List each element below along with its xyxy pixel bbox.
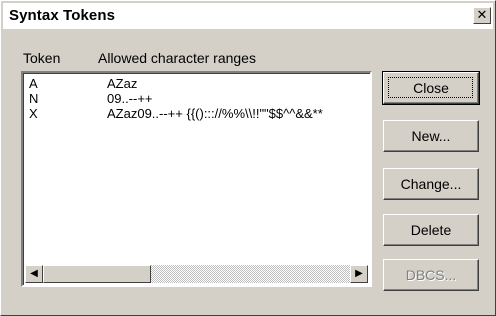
new-button-label: New... (411, 128, 451, 144)
token-rows: A AZaz N 09..--++ X AZaz09..--++ {{():::… (27, 76, 370, 121)
token-cell: X (29, 106, 38, 121)
token-cell: N (29, 91, 39, 106)
range-cell: 09..--++ (107, 91, 153, 106)
dialog-title: Syntax Tokens (9, 7, 116, 24)
token-cell: A (29, 76, 38, 91)
horizontal-scrollbar[interactable]: ◀ ▶ (25, 265, 368, 283)
close-button-label: Close (413, 80, 449, 96)
column-header-token: Token (23, 50, 61, 66)
change-button-label: Change... (400, 176, 462, 192)
scroll-right-icon[interactable]: ▶ (350, 265, 368, 283)
delete-button[interactable]: Delete (383, 214, 479, 246)
list-item[interactable]: X AZaz09..--++ {{()::://%%\\!!""$$^^&&** (27, 106, 370, 121)
list-item[interactable]: N 09..--++ (27, 91, 370, 106)
new-button[interactable]: New... (383, 120, 479, 152)
delete-button-label: Delete (410, 222, 452, 238)
syntax-tokens-dialog: Syntax Tokens ✕ Token Allowed character … (0, 0, 496, 316)
close-button[interactable]: Close (382, 71, 480, 105)
column-header-ranges: Allowed character ranges (98, 50, 256, 66)
close-icon[interactable]: ✕ (473, 7, 491, 24)
list-item[interactable]: A AZaz (27, 76, 370, 91)
dbcs-button: DBCS... (383, 259, 479, 291)
title-bar: Syntax Tokens ✕ (3, 3, 493, 29)
dbcs-button-label: DBCS... (405, 267, 457, 283)
range-cell: AZaz (107, 76, 138, 91)
token-listbox[interactable]: A AZaz N 09..--++ X AZaz09..--++ {{():::… (21, 71, 372, 287)
range-cell: AZaz09..--++ {{()::://%%\\!!""$$^^&&** (107, 106, 323, 121)
scroll-left-icon[interactable]: ◀ (25, 265, 43, 283)
change-button[interactable]: Change... (383, 168, 479, 200)
scrollbar-thumb[interactable] (43, 265, 151, 283)
